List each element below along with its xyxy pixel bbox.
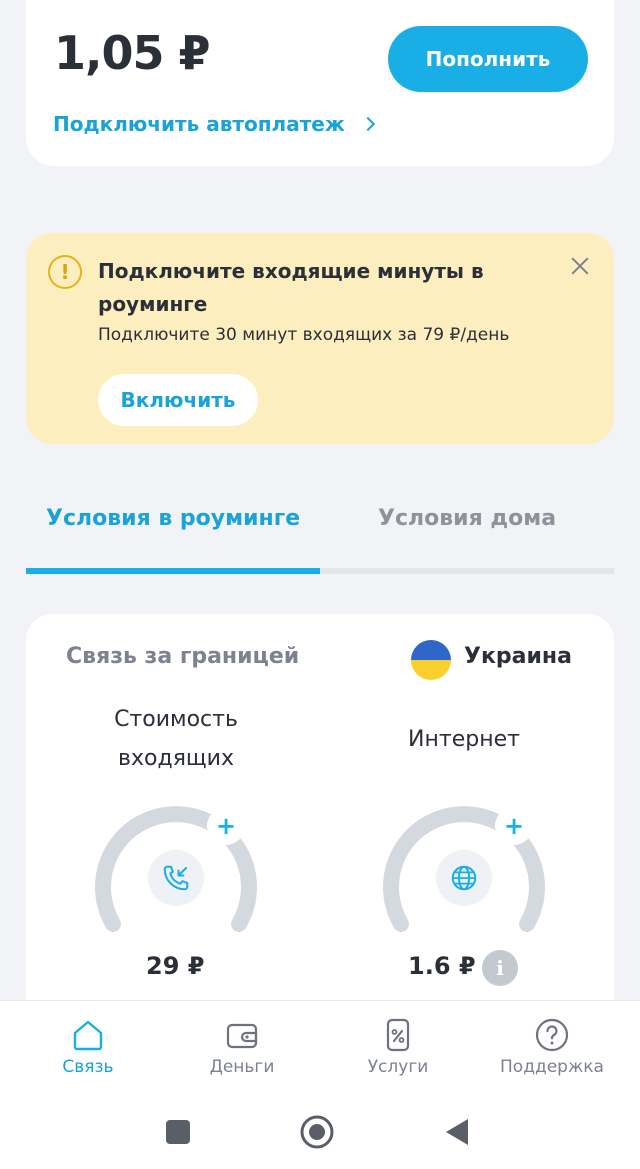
warning-icon: !	[48, 255, 82, 289]
topup-button[interactable]: Пополнить	[388, 26, 588, 92]
recent-apps-icon[interactable]	[160, 1114, 196, 1150]
country-name[interactable]: Украина	[464, 644, 572, 669]
globe-icon	[436, 850, 492, 906]
tab-home-conditions[interactable]: Условия дома	[378, 506, 556, 531]
enable-button[interactable]: Включить	[98, 374, 258, 426]
close-icon[interactable]	[569, 255, 591, 277]
services-icon	[386, 1018, 410, 1052]
nav-item-support[interactable]: Поддержка	[472, 1001, 632, 1101]
system-nav-bar	[0, 1100, 640, 1169]
autopay-label: Подключить автоплатеж	[53, 112, 345, 136]
nav-label-connection: Связь	[62, 1057, 114, 1077]
wallet-icon	[226, 1023, 258, 1049]
internet-price: 1.6 ₽	[408, 952, 476, 980]
tab-roaming-conditions[interactable]: Условия в роуминге	[46, 506, 300, 531]
back-icon[interactable]	[438, 1114, 474, 1150]
nav-label-services: Услуги	[367, 1057, 429, 1077]
incoming-price: 29 ₽	[146, 952, 205, 980]
conditions-card: Связь за границей Украина Стоимость вход…	[26, 614, 614, 1034]
info-icon[interactable]: i	[482, 950, 518, 986]
nav-item-money[interactable]: Деньги	[162, 1001, 322, 1101]
section-title: Связь за границей	[66, 644, 300, 669]
nav-label-money: Деньги	[209, 1057, 275, 1077]
home-button-icon[interactable]	[299, 1114, 335, 1150]
chevron-right-icon	[360, 116, 375, 132]
nav-item-services[interactable]: Услуги	[318, 1001, 478, 1101]
bottom-nav: Связь Деньги Услуги Поддержка	[0, 1000, 640, 1100]
balance-amount: 1,05 ₽	[54, 26, 211, 80]
nav-item-connection[interactable]: Связь	[8, 1001, 168, 1101]
help-icon	[535, 1018, 569, 1052]
gauge-label-internet: Интернет	[408, 727, 520, 752]
add-internet-button[interactable]: +	[498, 810, 530, 842]
roaming-notice: ! Подключите входящие минуты в роуминге …	[26, 233, 614, 444]
autopay-link[interactable]: Подключить автоплатеж	[53, 112, 375, 136]
notice-title: Подключите входящие минуты в роуминге	[98, 259, 484, 316]
home-icon	[73, 1020, 103, 1051]
ukraine-flag-icon[interactable]	[411, 640, 451, 680]
nav-label-support: Поддержка	[500, 1057, 604, 1077]
notice-text: Подключите 30 минут входящих за 79 ₽/ден…	[98, 325, 510, 345]
add-incoming-button[interactable]: +	[210, 810, 242, 842]
tab-active-indicator	[26, 568, 320, 574]
incoming-call-icon	[148, 850, 204, 906]
gauge-label-incoming: Стоимость входящих	[114, 707, 238, 771]
balance-card: 1,05 ₽ Пополнить Подключить автоплатеж	[26, 0, 614, 166]
